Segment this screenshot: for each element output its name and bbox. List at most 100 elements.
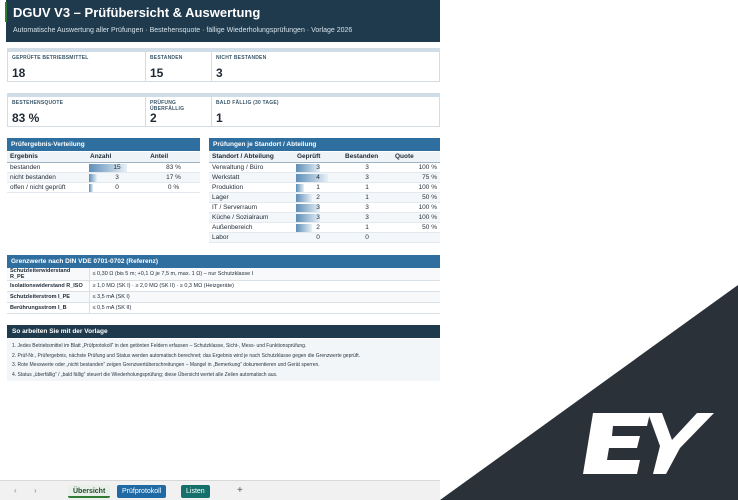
data-bar bbox=[89, 183, 93, 192]
add-sheet-icon[interactable]: + bbox=[237, 485, 243, 496]
table-row: Schutzleiterwiderstand R_PE ≤ 0,30 Ω (bis… bbox=[7, 268, 440, 281]
col-header: Geprüft bbox=[294, 152, 342, 163]
kpi-value: 2 bbox=[150, 111, 157, 125]
location-tested: 2 bbox=[294, 192, 342, 203]
kpi-card-passed[interactable]: BESTANDEN 15 bbox=[146, 49, 212, 81]
location-passed: 3 bbox=[342, 202, 392, 213]
kpi-row-1: GEPRÜFTE BETRIEBSMITTEL 18 BESTANDEN 15 … bbox=[7, 48, 440, 82]
tab-pruefprotokoll[interactable]: Prüfprotokoll bbox=[117, 485, 167, 498]
tested-value: 4 bbox=[316, 173, 320, 181]
location-name: Küche / Sozialraum bbox=[209, 212, 294, 223]
table-row: Küche / Sozialraum 3 3 100 % bbox=[209, 212, 440, 223]
col-header: Standort / Abteilung bbox=[209, 152, 294, 163]
data-bar bbox=[89, 173, 97, 182]
location-quote: 75 % bbox=[392, 172, 440, 183]
data-bar bbox=[296, 173, 328, 182]
location-name: Produktion bbox=[209, 182, 294, 193]
location-quote: 100 % bbox=[392, 182, 440, 193]
kpi-value: 83 % bbox=[12, 111, 40, 125]
table-row: bestanden 15 83 % bbox=[7, 162, 200, 173]
location-tested: 0 bbox=[294, 232, 342, 243]
kpi-value: 18 bbox=[12, 66, 26, 80]
prev-sheet-icon[interactable]: ‹ bbox=[14, 486, 17, 495]
location-passed: 0 bbox=[342, 232, 392, 243]
page-subtitle: Automatische Auswertung aller Prüfungen … bbox=[13, 27, 353, 34]
page-title: DGUV V3 – Prüfübersicht & Auswertung bbox=[13, 5, 261, 20]
data-bar bbox=[296, 183, 304, 192]
location-quote bbox=[392, 232, 440, 243]
location-passed: 1 bbox=[342, 182, 392, 193]
table-row: Verwaltung / Büro 3 3 100 % bbox=[209, 162, 440, 173]
col-header: Quote bbox=[392, 152, 440, 163]
result-label: bestanden bbox=[7, 162, 87, 173]
kpi-card-quota[interactable]: BESTEHENSQUOTE 83 % bbox=[8, 94, 146, 126]
table-row: Labor 0 0 bbox=[209, 232, 440, 243]
result-count: 0 bbox=[87, 182, 148, 193]
kpi-label: BESTANDEN bbox=[150, 55, 183, 61]
limit-value: ≤ 0,5 mA (SK II) bbox=[89, 302, 440, 314]
location-name: Außenbereich bbox=[209, 222, 294, 233]
kpi-card-overdue[interactable]: PRÜFUNG ÜBERFÄLLIG 2 bbox=[146, 94, 212, 126]
kpi-label: NICHT BESTANDEN bbox=[216, 55, 267, 61]
kpi-value: 15 bbox=[150, 66, 164, 80]
instructions-list: 1. Jedes Betriebsmittel im Blatt „Prüfpr… bbox=[7, 339, 440, 381]
kpi-label: PRÜFUNG ÜBERFÄLLIG bbox=[150, 100, 185, 112]
location-name: Verwaltung / Büro bbox=[209, 162, 294, 173]
tested-value: 0 bbox=[316, 233, 320, 241]
brand-logo-icon bbox=[583, 413, 714, 474]
count-value: 3 bbox=[115, 173, 119, 181]
kpi-card-tested[interactable]: GEPRÜFTE BETRIEBSMITTEL 18 bbox=[8, 49, 146, 81]
location-quote: 100 % bbox=[392, 162, 440, 173]
table-row: Produktion 1 1 100 % bbox=[209, 182, 440, 193]
kpi-card-failed[interactable]: NICHT BESTANDEN 3 bbox=[212, 49, 439, 81]
tested-value: 2 bbox=[316, 223, 320, 231]
count-value: 15 bbox=[113, 163, 121, 171]
table-row: Lager 2 1 50 % bbox=[209, 192, 440, 203]
limits-table: Schutzleiterwiderstand R_PE ≤ 0,30 Ω (bis… bbox=[7, 268, 440, 314]
col-header: Ergebnis bbox=[7, 152, 87, 163]
data-bar bbox=[89, 163, 127, 172]
limit-value: ≤ 3,5 mA (SK I) bbox=[89, 291, 440, 303]
location-name: Lager bbox=[209, 192, 294, 203]
location-name: IT / Serverraum bbox=[209, 202, 294, 213]
location-passed: 3 bbox=[342, 172, 392, 183]
location-quote: 50 % bbox=[392, 192, 440, 203]
tab-listen[interactable]: Listen bbox=[181, 485, 210, 498]
instruction-item: 2. Prüf-Nr., Prüfergebnis, nächste Prüfu… bbox=[12, 352, 360, 359]
tab-uebersicht[interactable]: Übersicht bbox=[68, 485, 111, 498]
location-table-title: Prüfungen je Standort / Abteilung bbox=[209, 138, 440, 151]
table-row: nicht bestanden 3 17 % bbox=[7, 172, 200, 183]
instructions-title: So arbeiten Sie mit der Vorlage bbox=[7, 325, 440, 338]
result-share: 83 % bbox=[147, 162, 200, 173]
table-row: Berührungsstrom I_B ≤ 0,5 mA (SK II) bbox=[7, 302, 440, 314]
corner-shape bbox=[440, 285, 738, 500]
location-quote: 100 % bbox=[392, 212, 440, 223]
location-tested: 2 bbox=[294, 222, 342, 233]
limit-key: Schutzleiterwiderstand R_PE bbox=[7, 268, 90, 281]
location-name: Werkstatt bbox=[209, 172, 294, 183]
location-table: Standort / Abteilung Geprüft Bestanden Q… bbox=[209, 152, 440, 243]
instruction-item: 1. Jedes Betriebsmittel im Blatt „Prüfpr… bbox=[12, 343, 307, 349]
location-quote: 100 % bbox=[392, 202, 440, 213]
limit-value: ≥ 1,0 MΩ (SK I) · ≥ 2,0 MΩ (SK II) · ≥ 0… bbox=[89, 280, 440, 292]
result-count: 15 bbox=[87, 162, 148, 173]
limit-key: Berührungsstrom I_B bbox=[7, 302, 90, 314]
active-cell-indicator bbox=[5, 2, 7, 22]
location-passed: 1 bbox=[342, 222, 392, 233]
kpi-label: BESTEHENSQUOTE bbox=[12, 100, 64, 106]
location-tested: 1 bbox=[294, 182, 342, 193]
table-row: IT / Serverraum 3 3 100 % bbox=[209, 202, 440, 213]
kpi-value: 1 bbox=[216, 111, 223, 125]
tested-value: 2 bbox=[316, 193, 320, 201]
kpi-value: 3 bbox=[216, 66, 223, 80]
tested-value: 3 bbox=[316, 213, 320, 221]
data-bar bbox=[296, 223, 312, 232]
result-distribution-title: Prüfergebnis-Verteilung bbox=[7, 138, 200, 151]
kpi-label: GEPRÜFTE BETRIEBSMITTEL bbox=[12, 55, 89, 61]
next-sheet-icon[interactable]: › bbox=[34, 486, 37, 495]
kpi-row-2: BESTEHENSQUOTE 83 % PRÜFUNG ÜBERFÄLLIG 2… bbox=[7, 93, 440, 127]
location-passed: 3 bbox=[342, 162, 392, 173]
table-row: Isolationswiderstand R_ISO ≥ 1,0 MΩ (SK I… bbox=[7, 280, 440, 292]
kpi-label: BALD FÄLLIG (30 TAGE) bbox=[216, 100, 279, 106]
kpi-card-due-soon[interactable]: BALD FÄLLIG (30 TAGE) 1 bbox=[212, 94, 439, 126]
